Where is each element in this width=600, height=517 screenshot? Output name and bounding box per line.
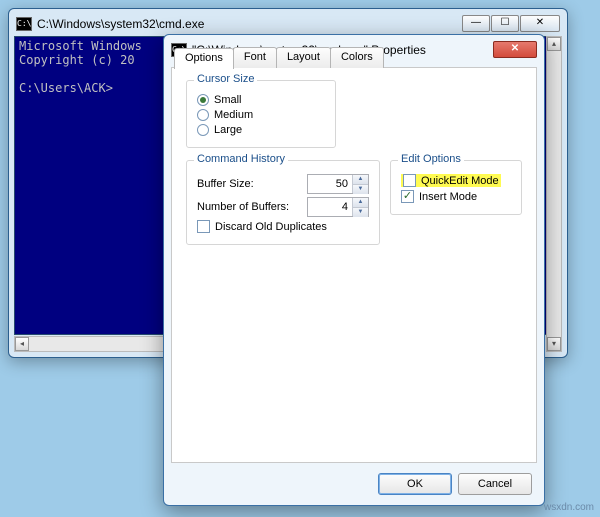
- group-cursor-size: Cursor Size Small Medium Large: [186, 80, 336, 148]
- scroll-up-icon[interactable]: ▴: [547, 37, 561, 51]
- num-buffers-spinner[interactable]: ▲ ▼: [307, 197, 369, 217]
- radio-medium-row[interactable]: Medium: [197, 109, 325, 121]
- properties-dialog: C:\ "C:\Windows\system32\cmd.exe" Proper…: [163, 34, 545, 506]
- tab-colors[interactable]: Colors: [330, 47, 384, 68]
- spin-up-icon[interactable]: ▲: [353, 175, 368, 185]
- cmd-line: Copyright (c) 20: [19, 53, 135, 67]
- tab-options[interactable]: Options: [174, 48, 234, 69]
- num-buffers-input[interactable]: [308, 198, 352, 216]
- group-edit-options: Edit Options QuickEdit Mode ✓ Insert Mod…: [390, 160, 522, 215]
- checkbox-icon[interactable]: [197, 220, 210, 233]
- scroll-left-icon[interactable]: ◂: [15, 337, 29, 351]
- cancel-button[interactable]: Cancel: [458, 473, 532, 495]
- buffer-size-spinner[interactable]: ▲ ▼: [307, 174, 369, 194]
- num-buffers-label: Number of Buffers:: [197, 201, 307, 213]
- checkbox-icon[interactable]: ✓: [401, 190, 414, 203]
- quickedit-row[interactable]: QuickEdit Mode: [401, 174, 511, 187]
- minimize-button[interactable]: —: [462, 15, 490, 32]
- discard-duplicates-label: Discard Old Duplicates: [215, 221, 327, 233]
- cmd-prompt: C:\Users\ACK>: [19, 81, 113, 95]
- group-title: Cursor Size: [194, 73, 257, 85]
- discard-duplicates-row[interactable]: Discard Old Duplicates: [197, 220, 369, 233]
- tab-layout[interactable]: Layout: [276, 47, 331, 68]
- buffer-size-label: Buffer Size:: [197, 178, 307, 190]
- close-button[interactable]: ✕: [493, 41, 537, 58]
- insert-mode-label: Insert Mode: [419, 191, 477, 203]
- radio-medium-label: Medium: [214, 109, 253, 121]
- scroll-down-icon[interactable]: ▾: [547, 337, 561, 351]
- watermark: wsxdn.com: [544, 502, 594, 513]
- props-body: Options Font Layout Colors Cursor Size S…: [171, 67, 537, 463]
- tab-strip: Options Font Layout Colors: [174, 47, 383, 68]
- tab-font[interactable]: Font: [233, 47, 277, 68]
- close-button[interactable]: ✕: [520, 15, 560, 32]
- group-command-history: Command History Buffer Size: ▲ ▼: [186, 160, 380, 245]
- insert-mode-row[interactable]: ✓ Insert Mode: [401, 190, 511, 203]
- checkbox-icon[interactable]: [403, 174, 416, 187]
- buffer-size-row: Buffer Size: ▲ ▼: [197, 174, 369, 194]
- cmd-line: Microsoft Windows: [19, 39, 142, 53]
- cmd-title: C:\Windows\system32\cmd.exe: [37, 17, 462, 31]
- scrollbar-vertical[interactable]: ▴ ▾: [546, 36, 562, 352]
- radio-icon[interactable]: [197, 124, 209, 136]
- radio-small-row[interactable]: Small: [197, 94, 325, 106]
- radio-small-label: Small: [214, 94, 242, 106]
- tab-content-options: Cursor Size Small Medium Large Comma: [172, 68, 536, 269]
- radio-icon[interactable]: [197, 94, 209, 106]
- dialog-footer: OK Cancel: [378, 473, 532, 495]
- quickedit-label: QuickEdit Mode: [421, 175, 499, 187]
- radio-large-row[interactable]: Large: [197, 124, 325, 136]
- spin-down-icon[interactable]: ▼: [353, 208, 368, 217]
- group-title: Edit Options: [398, 153, 464, 165]
- radio-icon[interactable]: [197, 109, 209, 121]
- ok-button[interactable]: OK: [378, 473, 452, 495]
- buffer-size-input[interactable]: [308, 175, 352, 193]
- cmd-titlebar[interactable]: C:\ C:\Windows\system32\cmd.exe — ☐ ✕: [14, 14, 562, 36]
- spin-down-icon[interactable]: ▼: [353, 185, 368, 194]
- cmd-icon: C:\: [16, 17, 32, 31]
- spin-up-icon[interactable]: ▲: [353, 198, 368, 208]
- maximize-button[interactable]: ☐: [491, 15, 519, 32]
- num-buffers-row: Number of Buffers: ▲ ▼: [197, 197, 369, 217]
- radio-large-label: Large: [214, 124, 242, 136]
- group-title: Command History: [194, 153, 288, 165]
